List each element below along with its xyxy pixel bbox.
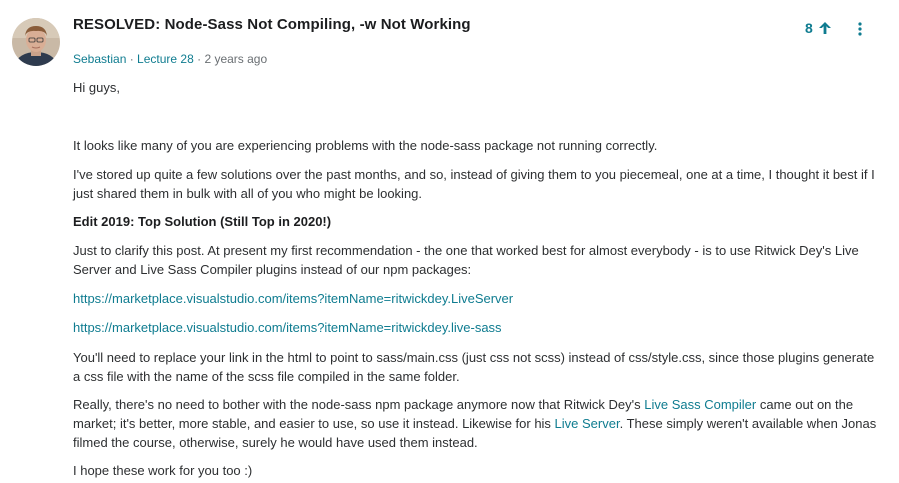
post-title[interactable]: RESOLVED: Node-Sass Not Compiling, -w No… bbox=[73, 16, 471, 33]
meta-separator: · bbox=[126, 52, 138, 66]
paragraph: It looks like many of you are experienci… bbox=[73, 138, 658, 153]
paragraph: I've stored up quite a few solutions ove… bbox=[73, 167, 875, 201]
paragraph: I hope these work for you too :) bbox=[73, 463, 253, 478]
live-server-link[interactable]: Live Server bbox=[555, 416, 620, 431]
upvote-control[interactable]: 8 bbox=[805, 20, 832, 36]
paragraph: Just to clarify this post. At present my… bbox=[73, 243, 859, 277]
meta-separator: · bbox=[193, 52, 205, 66]
paragraph: Really, there's no need to bother with t… bbox=[73, 395, 878, 452]
post-time: 2 years ago bbox=[204, 52, 268, 66]
upvote-count: 8 bbox=[805, 20, 813, 36]
live-sass-compiler-link[interactable]: Live Sass Compiler bbox=[644, 397, 756, 412]
lecture-link[interactable]: Lecture 28 bbox=[137, 52, 194, 66]
live-server-url-link[interactable]: https://marketplace.visualstudio.com/ite… bbox=[73, 291, 513, 306]
arrow-up-icon[interactable] bbox=[818, 21, 832, 35]
paragraph-text: Really, there's no need to bother with t… bbox=[73, 397, 645, 412]
avatar-image bbox=[12, 18, 60, 66]
more-vertical-icon[interactable] bbox=[855, 21, 865, 37]
avatar[interactable] bbox=[12, 18, 60, 66]
paragraph: You'll need to replace your link in the … bbox=[73, 350, 875, 384]
paragraph-link: https://marketplace.visualstudio.com/ite… bbox=[73, 318, 502, 337]
author-link[interactable]: Sebastian bbox=[73, 52, 126, 66]
greeting-text: Hi guys, bbox=[73, 80, 120, 95]
live-sass-url-link[interactable]: https://marketplace.visualstudio.com/ite… bbox=[73, 320, 502, 335]
paragraph-link: https://marketplace.visualstudio.com/ite… bbox=[73, 289, 513, 308]
post-meta: Sebastian · Lecture 28 · 2 years ago bbox=[73, 52, 267, 66]
section-heading: Edit 2019: Top Solution (Still Top in 20… bbox=[73, 214, 332, 229]
